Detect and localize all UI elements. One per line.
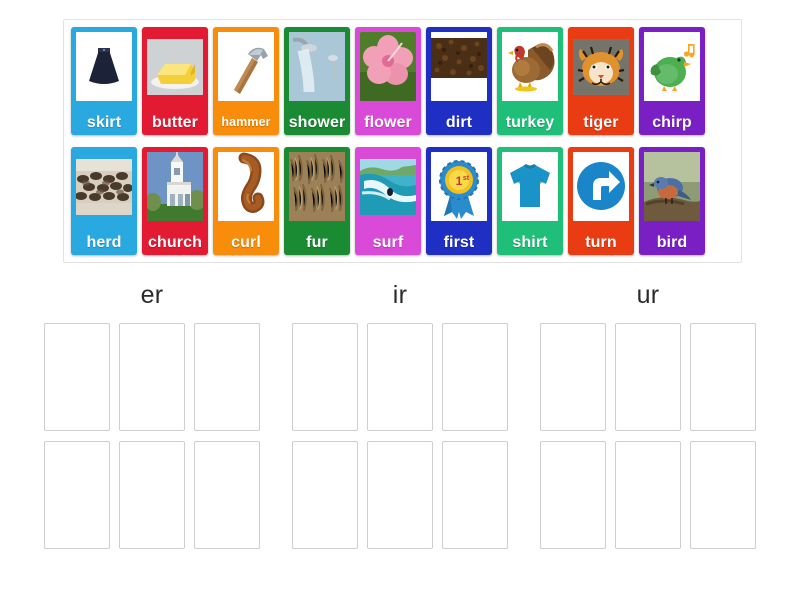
word-card[interactable]: turn (568, 147, 634, 255)
category-ir: ir (290, 280, 510, 549)
drop-slot[interactable] (367, 323, 433, 431)
bird-image (644, 152, 700, 221)
drop-slot[interactable] (615, 441, 681, 549)
hammer-image (218, 32, 274, 101)
word-card-label: church (148, 234, 202, 251)
word-card[interactable]: flower (355, 27, 421, 135)
drop-slot[interactable] (194, 323, 260, 431)
word-card[interactable]: butter (142, 27, 208, 135)
church-image (147, 152, 203, 221)
curl-image (218, 152, 274, 221)
shower-image (289, 32, 345, 101)
word-card[interactable]: bird (639, 147, 705, 255)
card-row-1: skirt butter hammer shower flower dirt t… (70, 27, 735, 135)
drop-slot[interactable] (615, 323, 681, 431)
word-card[interactable]: fur (284, 147, 350, 255)
sorting-area: er ir ur (0, 280, 800, 549)
surf-image (360, 159, 416, 215)
drop-slot[interactable] (367, 441, 433, 549)
word-card[interactable]: chirp (639, 27, 705, 135)
drop-slot[interactable] (442, 323, 508, 431)
word-card-label: curl (231, 234, 261, 251)
word-card[interactable]: dirt (426, 27, 492, 135)
word-card-label: shirt (512, 234, 548, 251)
drop-slot[interactable] (690, 323, 756, 431)
word-card-label: tiger (583, 114, 619, 131)
drop-slot[interactable] (540, 441, 606, 549)
category-title: ir (392, 281, 408, 309)
word-card-label: first (443, 234, 475, 251)
drop-slot[interactable] (690, 441, 756, 549)
drop-slot[interactable] (540, 323, 606, 431)
word-card-label: herd (86, 234, 122, 251)
drop-slot-grid (292, 323, 508, 549)
word-card[interactable]: hammer (213, 27, 279, 135)
skirt-image (76, 32, 132, 101)
drop-slot[interactable] (119, 441, 185, 549)
word-card-label: fur (306, 234, 328, 251)
svg-text:1: 1 (456, 174, 463, 188)
word-card-label: turn (585, 234, 617, 251)
word-card[interactable]: shower (284, 27, 350, 135)
word-card-label: hammer (221, 115, 271, 129)
word-card[interactable]: skirt (71, 27, 137, 135)
drop-slot[interactable] (44, 441, 110, 549)
drop-slot[interactable] (292, 441, 358, 549)
first-image: 1 st (431, 152, 487, 221)
category-ur: ur (538, 280, 758, 549)
drop-slot[interactable] (194, 441, 260, 549)
dirt-image (431, 32, 487, 101)
svg-text:st: st (463, 175, 470, 182)
drop-slot[interactable] (44, 323, 110, 431)
butter-image (147, 39, 203, 95)
word-card[interactable]: 1 st first (426, 147, 492, 255)
word-card-label: bird (656, 234, 688, 251)
word-card-label: flower (364, 114, 412, 131)
word-card-label: skirt (86, 114, 122, 131)
drop-slot[interactable] (442, 441, 508, 549)
word-card[interactable]: surf (355, 147, 421, 255)
tiger-image (573, 39, 629, 95)
chirp-image (644, 32, 700, 101)
word-card-label: turkey (505, 114, 555, 131)
word-card[interactable]: tiger (568, 27, 634, 135)
drop-slot-grid (540, 323, 756, 549)
flower-image (360, 32, 416, 101)
drop-slot[interactable] (292, 323, 358, 431)
fur-image (289, 152, 345, 221)
word-card-label: surf (372, 234, 404, 251)
drop-slot-grid (44, 323, 260, 549)
word-card-label: chirp (652, 114, 692, 131)
word-card[interactable]: herd (71, 147, 137, 255)
word-card-tray: skirt butter hammer shower flower dirt t… (63, 19, 742, 263)
word-card[interactable]: curl (213, 147, 279, 255)
word-card-label: butter (152, 114, 198, 131)
shirt-image (502, 152, 558, 221)
word-card-label: dirt (445, 114, 473, 131)
word-card[interactable]: shirt (497, 147, 563, 255)
turn-image (573, 152, 629, 221)
word-card[interactable]: turkey (497, 27, 563, 135)
word-card[interactable]: church (142, 147, 208, 255)
herd-image (76, 159, 132, 215)
category-er: er (42, 280, 262, 549)
word-card-label: shower (288, 114, 346, 131)
turkey-image (502, 32, 558, 101)
drop-slot[interactable] (119, 323, 185, 431)
category-title: er (140, 281, 164, 309)
category-title: ur (636, 281, 660, 309)
card-row-2: herd church curl fur surf 1 st first shi… (70, 147, 735, 255)
